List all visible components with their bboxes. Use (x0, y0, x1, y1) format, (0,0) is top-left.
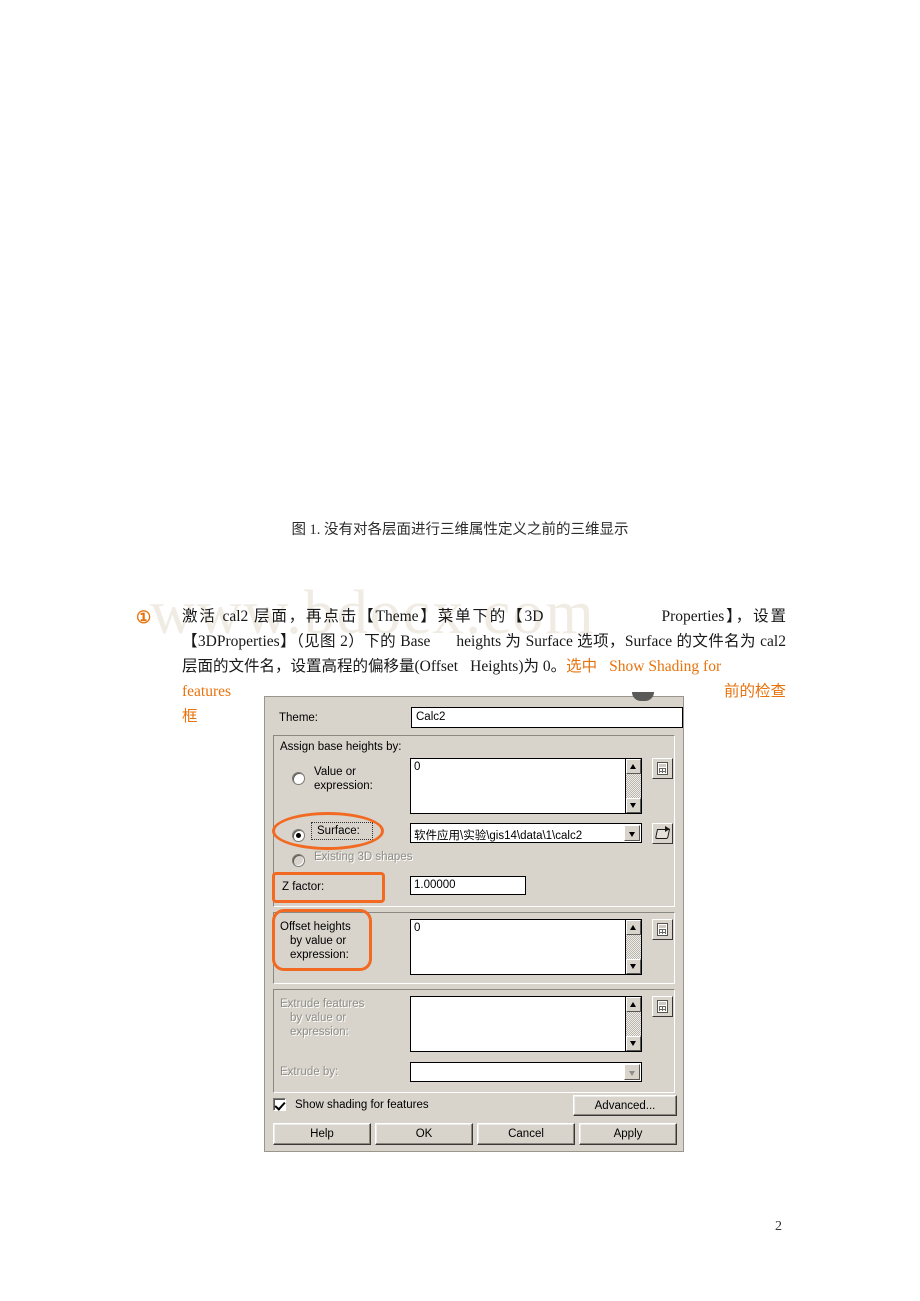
surface-value: 软件应用\实验\gis14\data\1\calc2 (414, 830, 583, 842)
radio-existing-3d-shapes (292, 854, 305, 867)
label-value-or-expression-line2: expression: (314, 780, 373, 792)
extrude-features-panel: Extrude features by value or expression:… (273, 989, 675, 1093)
label-extrude-features-line2: by value or (290, 1012, 347, 1024)
label-z-factor: Z factor: (282, 881, 325, 893)
paragraph-line3-orange-a: 选中 (566, 658, 598, 675)
paragraph-line3-a: 层面的文件名，设置高程的偏移量(Offset (182, 658, 459, 675)
offset-heights-value: 0 (414, 922, 421, 934)
paragraph-line1-a: 激活 cal2 层面，再点击【Theme】菜单下的【3D (182, 608, 544, 625)
label-offset-heights-line1: Offset heights (280, 921, 351, 933)
chevron-down-icon[interactable] (624, 825, 640, 841)
scrollbar-track[interactable] (626, 774, 641, 798)
label-extrude-by: Extrude by: (280, 1066, 339, 1078)
scroll-down-arrow-icon (626, 1036, 641, 1051)
paragraph-line3-orange-b: Show Shading for (609, 658, 722, 675)
apply-button[interactable]: Apply (579, 1123, 677, 1145)
three-d-properties-dialog[interactable]: Theme: Calc2 Assign base heights by: Val… (264, 692, 684, 1152)
dialog-button-row: Help OK Cancel Apply (273, 1123, 677, 1145)
value-or-expression-scrollbar[interactable] (625, 759, 641, 813)
theme-value-field[interactable]: Calc2 (411, 707, 683, 728)
label-value-or-expression-line1: Value or (314, 766, 356, 778)
label-existing-3d-shapes: Existing 3D shapes (314, 851, 413, 863)
dialog-top-nub (632, 692, 654, 701)
paragraph-bullet-marker: ① (136, 608, 152, 627)
offset-heights-scrollbar[interactable] (625, 920, 641, 974)
page-number: 2 (775, 1219, 782, 1234)
offset-expression-builder-button[interactable] (652, 919, 673, 940)
paragraph-line4-orange-left: features (182, 683, 232, 700)
figure-caption: 图 1. 没有对各层面进行三维属性定义之前的三维显示 (291, 522, 629, 538)
z-factor-value: 1.00000 (414, 879, 456, 891)
label-offset-heights-line2: by value or (290, 935, 347, 947)
paragraph-line3-b: Heights)为 0。 (470, 658, 567, 675)
scroll-up-arrow-icon[interactable] (626, 759, 641, 774)
theme-label: Theme: (279, 712, 318, 724)
scroll-down-arrow-icon[interactable] (626, 959, 641, 974)
chevron-down-icon (624, 1064, 640, 1080)
ok-button[interactable]: OK (375, 1123, 473, 1145)
label-extrude-features-line3: expression: (290, 1026, 349, 1038)
value-or-expression-value: 0 (414, 761, 421, 773)
show-shading-label: Show shading for features (295, 1099, 429, 1111)
extrude-by-combobox (410, 1062, 642, 1082)
assign-base-heights-panel: Assign base heights by: Value or express… (273, 735, 675, 907)
z-factor-field[interactable]: 1.00000 (410, 876, 526, 895)
calculator-icon (657, 762, 668, 775)
value-or-expression-textarea[interactable]: 0 (410, 758, 642, 814)
theme-row: Theme: Calc2 (273, 707, 683, 729)
offset-heights-panel: Offset heights by value or expression: 0 (273, 912, 675, 984)
extrude-features-textarea (410, 996, 642, 1052)
scroll-up-arrow-icon (626, 997, 641, 1012)
surface-combobox[interactable]: 软件应用\实验\gis14\data\1\calc2 (410, 823, 642, 843)
scroll-up-arrow-icon[interactable] (626, 920, 641, 935)
scrollbar-track[interactable] (626, 935, 641, 959)
surface-focus-outline (311, 822, 373, 840)
folder-arrow-icon (665, 826, 670, 832)
scroll-down-arrow-icon[interactable] (626, 798, 641, 813)
offset-heights-textarea[interactable]: 0 (410, 919, 642, 975)
cancel-button[interactable]: Cancel (477, 1123, 575, 1145)
extrude-features-scrollbar (625, 997, 641, 1051)
advanced-button[interactable]: Advanced... (573, 1095, 677, 1116)
assign-base-heights-title: Assign base heights by: (280, 741, 402, 753)
radio-value-or-expression[interactable] (292, 772, 305, 785)
show-shading-row: Show shading for features Advanced... (273, 1095, 677, 1119)
calculator-icon (657, 923, 668, 936)
calculator-icon (657, 1000, 668, 1013)
show-shading-checkbox[interactable] (273, 1098, 286, 1111)
paragraph-line2-b: heights 为 Surface 选项，Surface 的文件名为 cal2 (456, 633, 786, 650)
paragraph-line2-a: Properties】（见图 2）下的 Base (216, 633, 431, 650)
scrollbar-track (626, 1012, 641, 1036)
paragraph-line4-orange-right: 前的检查 (723, 683, 786, 700)
help-button[interactable]: Help (273, 1123, 371, 1145)
radio-surface[interactable] (292, 829, 305, 842)
value-expression-builder-button[interactable] (652, 758, 673, 779)
label-offset-heights-line3: expression: (290, 949, 349, 961)
surface-browse-button[interactable] (652, 823, 673, 844)
label-extrude-features-line1: Extrude features (280, 998, 365, 1010)
extrude-expression-builder-button (652, 996, 673, 1017)
